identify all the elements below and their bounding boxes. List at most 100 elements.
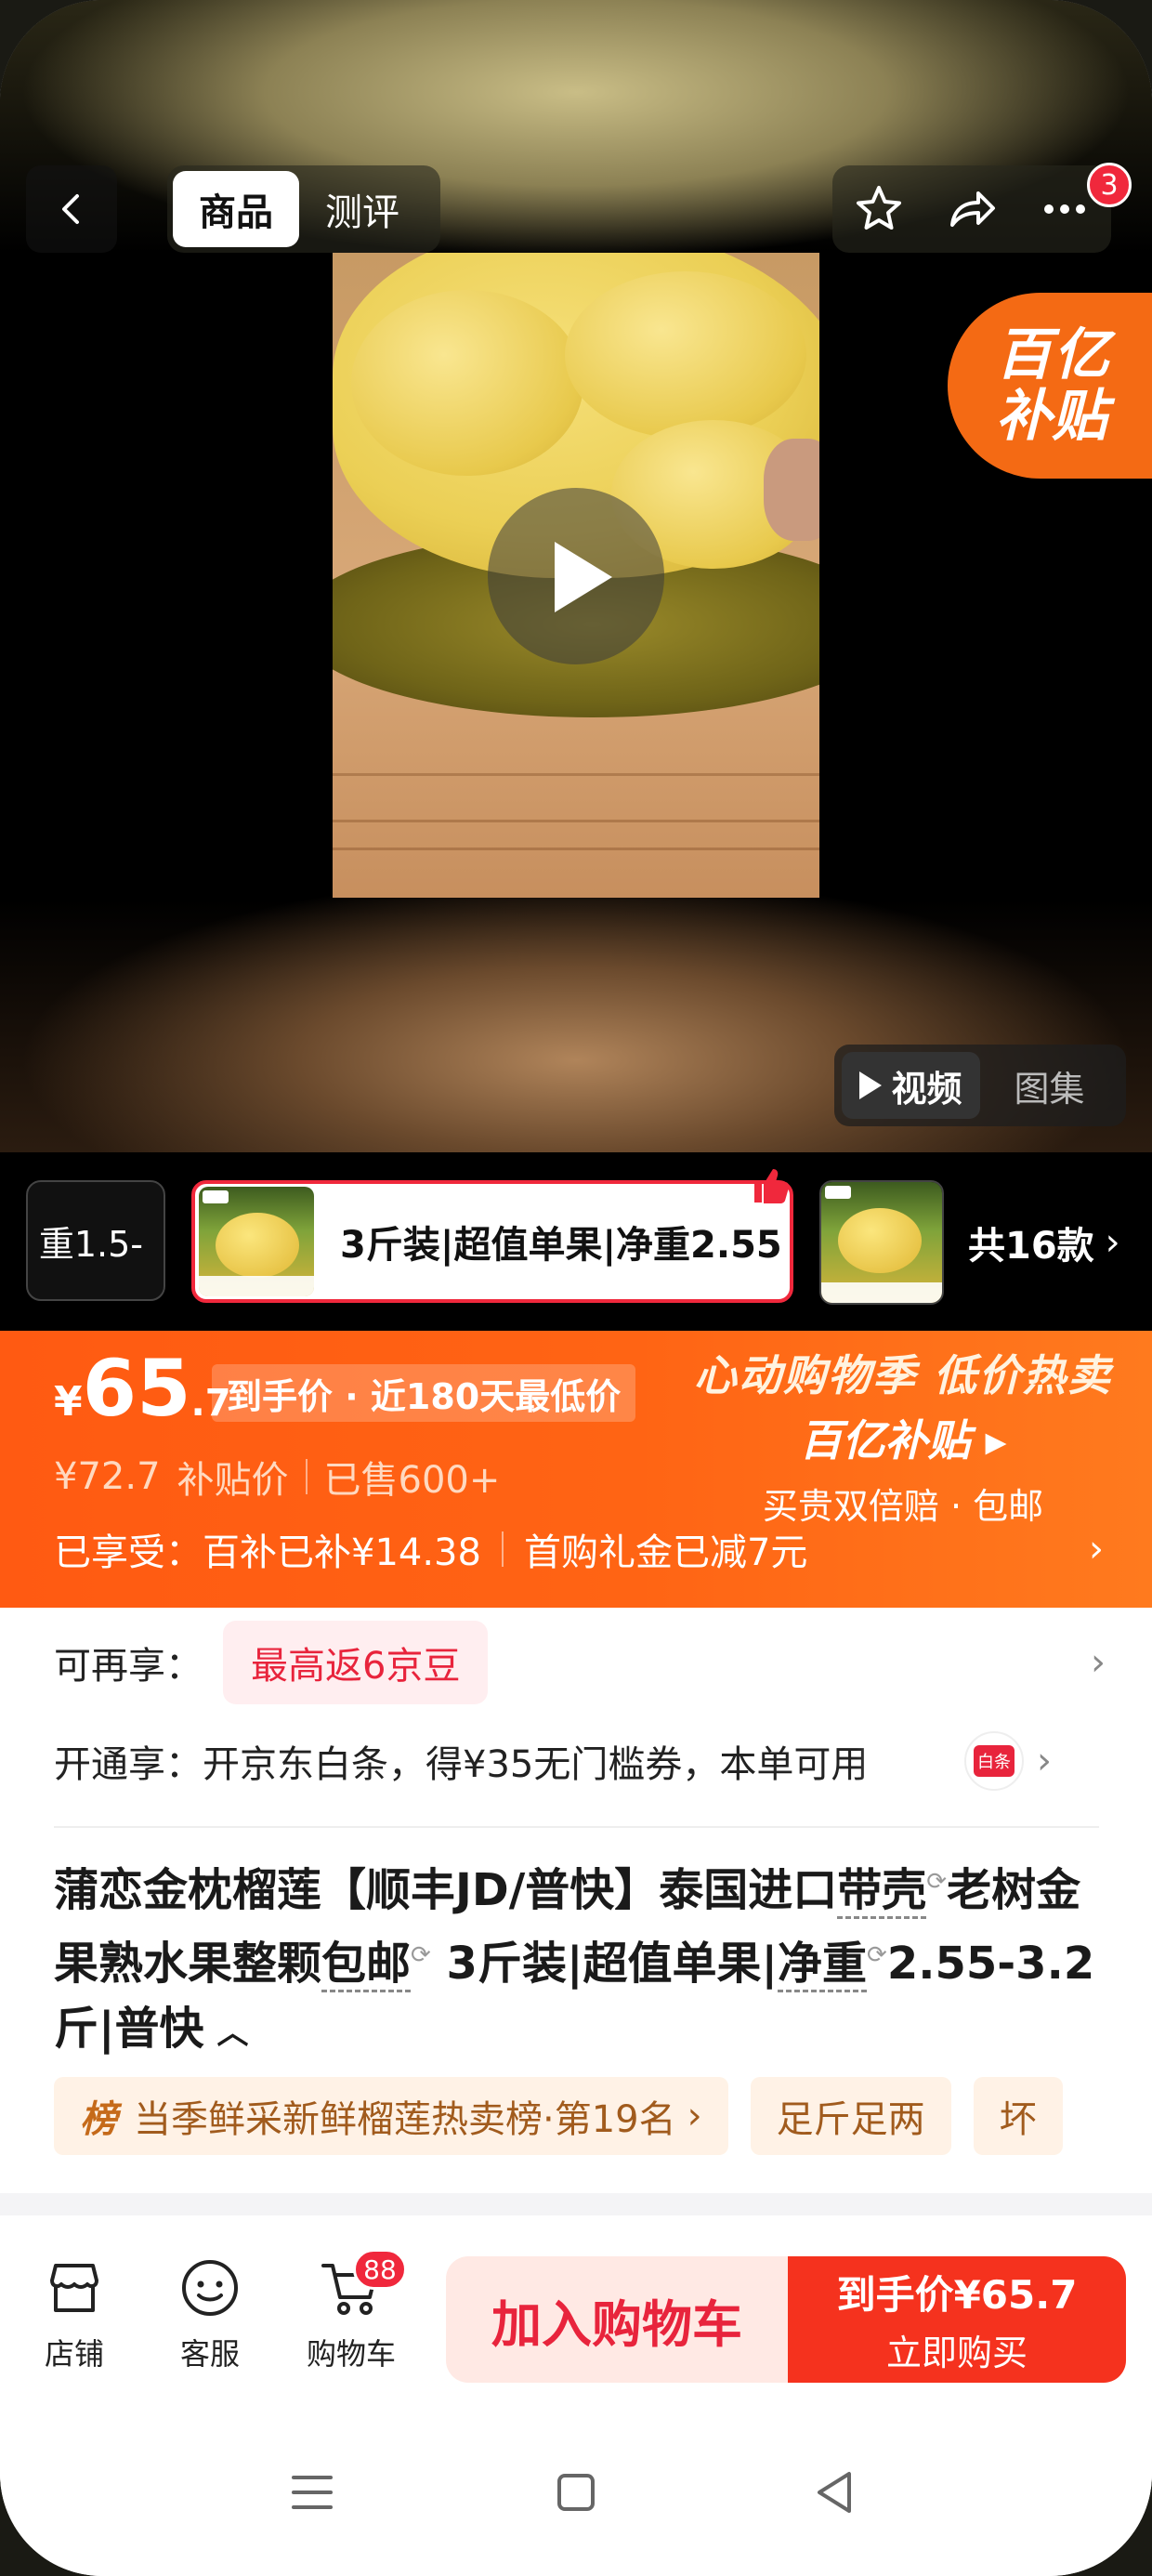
promo-block[interactable]: 心动购物季 低价热卖 百亿补贴 ▸ 买贵双倍赔 · 包邮: [680, 1342, 1126, 1529]
cart-count-badge: 88: [353, 2249, 407, 2290]
price-currency: ¥: [54, 1378, 83, 1426]
variant-thumbnail: [821, 1182, 942, 1303]
chevron-up-icon[interactable]: ︿: [217, 2015, 249, 2052]
variant-item-selected[interactable]: 3斤装|超值单果|净重2.55: [191, 1180, 793, 1303]
enjoyed-subsidy: 百补已补¥14.38: [203, 1531, 481, 1574]
enjoyed-discounts[interactable]: 已享受： 百补已补¥14.38 首购礼金已减7元 ›: [54, 1522, 1104, 1576]
top-tabs: 商品 测评: [167, 165, 440, 253]
variant-item-prev[interactable]: 重1.5-: [26, 1180, 165, 1301]
system-navigation-bar: [0, 2401, 1152, 2576]
service-label: 客服: [179, 2336, 240, 2372]
price-tag: 到手价 · 近180天最低价: [212, 1364, 636, 1422]
enjoyed-label: 已享受：: [54, 1531, 203, 1574]
store-label: 店铺: [44, 2336, 104, 2372]
add-to-cart-button[interactable]: 加入购物车: [446, 2256, 788, 2383]
durian-lobe: [565, 271, 806, 439]
menu-icon: [292, 2476, 333, 2509]
baitiao-icon: 白条: [964, 1731, 1024, 1791]
play-triangle-icon: [859, 1071, 883, 1099]
wood-grain: [333, 848, 819, 850]
benefit-row-jingdou[interactable]: 可再享： 最高返6京豆 ›: [54, 1621, 1106, 1704]
back-nav-button[interactable]: [799, 2455, 873, 2530]
home-nav-button[interactable]: [539, 2455, 613, 2530]
search-icon: ⟳: [926, 1868, 948, 1896]
chevron-right-icon: ›: [1089, 1528, 1104, 1571]
menu-nav-button[interactable]: [275, 2455, 349, 2530]
chevron-right-icon: ›: [1105, 1221, 1120, 1264]
switch-video-label: 视频: [891, 1068, 962, 1110]
divider: [54, 1826, 1099, 1828]
store-button[interactable]: 店铺: [19, 2254, 130, 2373]
tag-chips: 榜 当季鲜采新鲜榴莲热卖榜·第19名 › 足斤足两 坏: [54, 2077, 1063, 2155]
promo-title: 心动购物季 低价热卖: [693, 1350, 1112, 1400]
search-icon: ⟳: [411, 1941, 431, 1969]
enjoyed-gift: 首购礼金已减7元: [523, 1531, 808, 1574]
sold-count: 已售600+: [323, 1459, 501, 1502]
variant-strip: 重1.5- 3斤装|超值单果|净重2.55 共16款 ›: [0, 1152, 1152, 1331]
price-integer: 65: [82, 1343, 191, 1434]
price-subinfo: ¥72.7 补贴价 已售600+: [54, 1450, 500, 1504]
product-media: 商品 测评 3 百亿 补贴 视频 图集: [0, 0, 1152, 1152]
home-square-icon: [557, 2474, 595, 2511]
divider: [501, 1531, 504, 1567]
variant-thumbnail: [199, 1187, 314, 1296]
buy-now-label: 立即购买: [885, 2333, 1028, 2373]
product-info: 可再享： 最高返6京豆 › 开通享： 开京东白条，得¥35无门槛券，本单可用 白…: [0, 1608, 1152, 2230]
benefit-row-baitiao[interactable]: 开通享： 开京东白条，得¥35无门槛券，本单可用 白条 ›: [54, 1719, 1106, 1803]
variant-count-button[interactable]: 共16款 ›: [968, 1180, 1120, 1305]
price-banner: ¥ 65 .7 到手价 · 近180天最低价 ¥72.7 补贴价 已售600+ …: [0, 1331, 1152, 1608]
buy-price-label: 到手价¥65.7: [836, 2272, 1078, 2318]
media-switch: 视频 图集: [834, 1045, 1126, 1126]
play-button[interactable]: [488, 488, 664, 664]
cart-label: 购物车: [306, 2336, 396, 2372]
switch-video[interactable]: 视频: [842, 1052, 980, 1119]
buy-now-button[interactable]: 到手价¥65.7 立即购买: [788, 2256, 1126, 2383]
product-title: 蒲恋金枕榴莲【顺丰JD/普快】泰国进口带壳⟳老树金果熟水果整颗包邮⟳ 3斤装|超…: [54, 1864, 1095, 2055]
jingdou-pill: 最高返6京豆: [223, 1621, 489, 1704]
wood-grain: [333, 773, 819, 776]
share-icon[interactable]: [945, 182, 999, 236]
store-icon: [50, 2264, 98, 2312]
hand: [764, 439, 819, 541]
back-triangle-icon: [818, 2472, 851, 2513]
back-icon: [62, 194, 79, 224]
section-separator: [0, 2193, 1152, 2215]
back-button[interactable]: [26, 165, 117, 253]
tag-chip[interactable]: 坏: [973, 2077, 1063, 2155]
chevron-right-icon: ›: [687, 2095, 702, 2137]
tag-chip[interactable]: 足斤足两: [750, 2077, 951, 2155]
durian-lobe: [351, 290, 583, 476]
variant-count-label: 共16款: [968, 1225, 1094, 1268]
variant-selected-label: 3斤装|超值单果|净重2.55: [340, 1224, 782, 1267]
final-price: ¥ 65 .7: [54, 1349, 231, 1427]
more-icon[interactable]: [1038, 182, 1092, 236]
notification-badge: 3: [1087, 163, 1132, 207]
rank-chip[interactable]: 榜 当季鲜采新鲜榴莲热卖榜·第19名 ›: [54, 2077, 728, 2155]
promo-subsidy: 百亿补贴 ▸: [799, 1415, 1007, 1465]
subsidy-badge-line2: 补贴: [996, 384, 1107, 449]
baitiao-offer-text: 开京东白条，得¥35无门槛券，本单可用: [203, 1743, 869, 1786]
switch-gallery[interactable]: 图集: [980, 1052, 1119, 1119]
tab-review[interactable]: 测评: [299, 171, 425, 247]
customer-service-button[interactable]: 客服: [154, 2254, 266, 2373]
subsidy-price-label: 补贴价: [177, 1459, 289, 1502]
chevron-right-icon: ›: [1091, 1641, 1106, 1684]
tab-product[interactable]: 商品: [173, 171, 299, 247]
star-icon[interactable]: [852, 182, 906, 236]
service-icon: [182, 2260, 238, 2316]
bottom-action-bar: 店铺 客服 购物车 88 加入购物车 到手价¥65.7 立即购买: [0, 2230, 1152, 2401]
benefit-label: 可再享：: [54, 1645, 203, 1688]
search-icon: ⟳: [867, 1941, 887, 1969]
wood-grain: [333, 820, 819, 822]
rank-icon: 榜: [80, 2098, 117, 2141]
phone-screen: 商品 测评 3 百亿 补贴 视频 图集 重1.5- 3斤装|超值单果|净重2.5…: [0, 0, 1152, 2576]
promo-guarantee: 买贵双倍赔 · 包邮: [762, 1486, 1044, 1527]
subsidy-badge-line1: 百亿: [996, 322, 1111, 388]
thumbs-up-icon: [754, 1169, 790, 1203]
variant-item-next[interactable]: [819, 1180, 944, 1305]
chevron-right-icon: ›: [1037, 1740, 1052, 1782]
subsidy-badge[interactable]: 百亿 补贴: [948, 293, 1152, 479]
top-actions: [832, 165, 1111, 253]
divider: [305, 1459, 308, 1494]
benefit-label: 开通享：: [54, 1743, 203, 1786]
